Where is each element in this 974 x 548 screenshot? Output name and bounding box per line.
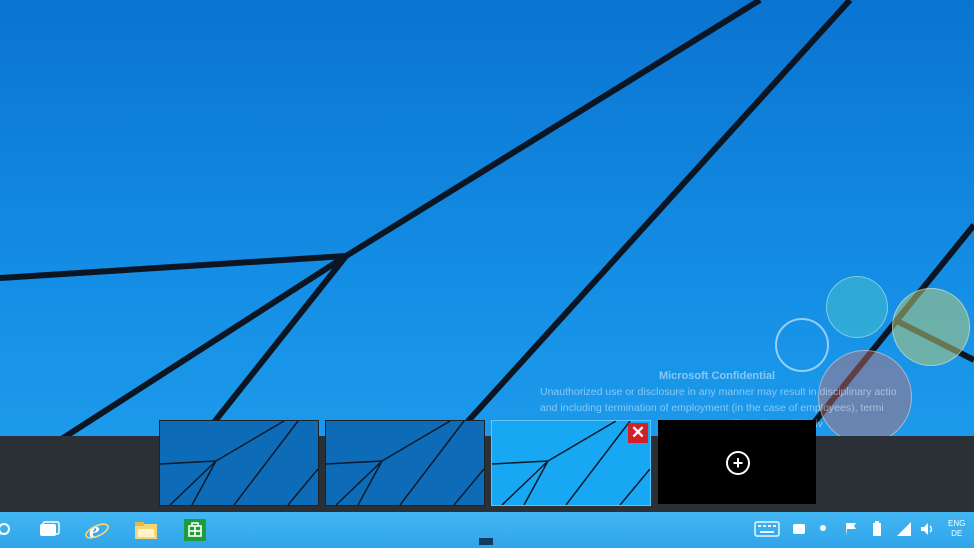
flag-icon[interactable] [844, 521, 860, 537]
desktop-thumbnail-2[interactable] [325, 420, 485, 506]
drag-handle[interactable] [479, 538, 493, 545]
bubble [826, 276, 888, 338]
thumbnail-wallpaper [326, 421, 484, 505]
thumbnail-wallpaper [492, 421, 650, 505]
language-indicator[interactable]: ENG DE [948, 519, 965, 539]
camera-icon[interactable] [792, 522, 806, 536]
bubble [892, 288, 970, 366]
watermark-line: Unauthorized use or disclosure in any ma… [540, 386, 897, 398]
internet-explorer-icon[interactable]: e [84, 518, 110, 542]
watermark-line: and including termination of employment … [540, 402, 884, 414]
battery-icon[interactable] [870, 520, 884, 538]
desktop-thumbnail-3[interactable]: ✕ [491, 420, 651, 506]
keyboard-icon[interactable] [754, 520, 780, 538]
chevron-up-icon[interactable] [820, 525, 826, 531]
bubble [775, 318, 829, 372]
store-icon[interactable] [184, 519, 206, 541]
file-explorer-icon[interactable] [134, 520, 158, 540]
volume-icon[interactable] [920, 521, 936, 537]
close-desktop-button[interactable]: ✕ [628, 423, 648, 443]
thumbnail-wallpaper [160, 421, 318, 505]
network-icon[interactable] [896, 521, 912, 537]
new-desktop-button[interactable]: + [658, 420, 816, 504]
task-view-icon[interactable] [38, 520, 60, 540]
search-icon[interactable] [0, 520, 14, 540]
desktop-thumbnail-1[interactable] [159, 420, 319, 506]
language-code: ENG [948, 519, 966, 528]
keyboard-layout: DE [951, 529, 963, 538]
watermark-title: Microsoft Confidential [658, 370, 776, 382]
task-view-strip [0, 436, 974, 512]
plus-icon: + [726, 451, 750, 475]
